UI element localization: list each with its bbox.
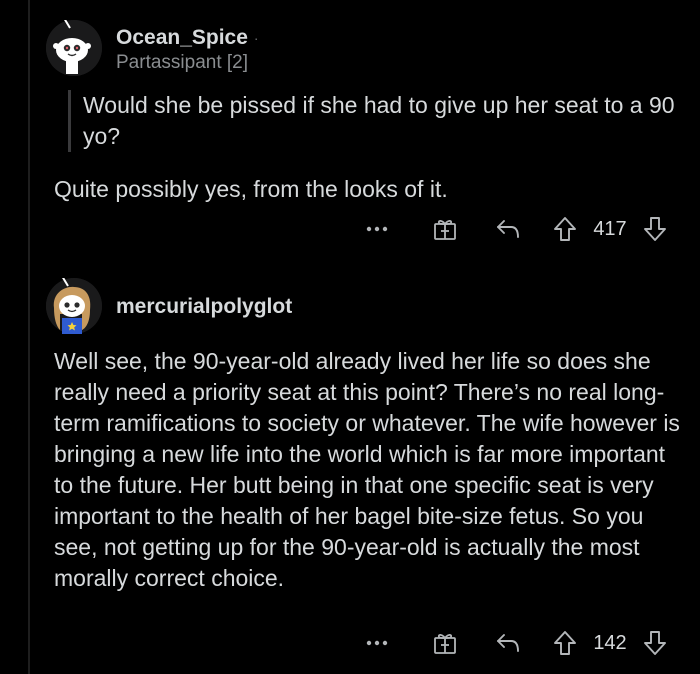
vote-count: 142 xyxy=(593,631,627,654)
snoo-avatar-icon xyxy=(46,271,102,334)
more-options-button[interactable] xyxy=(362,214,392,244)
username-link[interactable]: Ocean_Spice xyxy=(116,26,248,49)
award-button[interactable] xyxy=(430,214,460,244)
snoo-avatar-icon xyxy=(46,13,102,76)
separator: · xyxy=(253,30,259,47)
upvote-button[interactable] xyxy=(550,628,580,658)
username[interactable]: mercurialpolyglot xyxy=(116,295,292,319)
upvote-icon xyxy=(554,631,576,655)
avatar[interactable] xyxy=(46,13,102,76)
user-flair: Partassipant [2] xyxy=(116,52,249,73)
vote-count: 417 xyxy=(593,217,627,240)
avatar[interactable] xyxy=(46,271,102,334)
reply-button[interactable] xyxy=(493,628,523,658)
more-options-icon xyxy=(366,640,388,646)
downvote-icon xyxy=(644,217,666,241)
comment-actions: 142 xyxy=(0,628,700,658)
comment-actions: 417 xyxy=(0,214,700,244)
award-icon xyxy=(434,219,456,240)
comment-body: Quite possibly yes, from the looks of it… xyxy=(54,176,448,202)
reply-icon xyxy=(497,220,519,238)
comment-body: Well see, the 90-year-old already lived … xyxy=(54,348,680,591)
award-button[interactable] xyxy=(430,628,460,658)
more-options-icon xyxy=(366,226,388,232)
more-options-button[interactable] xyxy=(362,628,392,658)
award-icon xyxy=(434,633,456,654)
downvote-button[interactable] xyxy=(640,214,670,244)
username[interactable]: Ocean_Spice · xyxy=(116,26,259,50)
upvote-button[interactable] xyxy=(550,214,580,244)
downvote-button[interactable] xyxy=(640,628,670,658)
reply-button[interactable] xyxy=(493,214,523,244)
comment: Ocean_Spice · Partassipant [2] Would she … xyxy=(0,0,700,260)
reply-icon xyxy=(497,634,519,652)
quote-block: Would she be pissed if she had to give u… xyxy=(68,90,683,152)
downvote-icon xyxy=(644,631,666,655)
comment: mercurialpolyglot Well see, the 90-year-… xyxy=(0,260,700,674)
upvote-icon xyxy=(554,217,576,241)
